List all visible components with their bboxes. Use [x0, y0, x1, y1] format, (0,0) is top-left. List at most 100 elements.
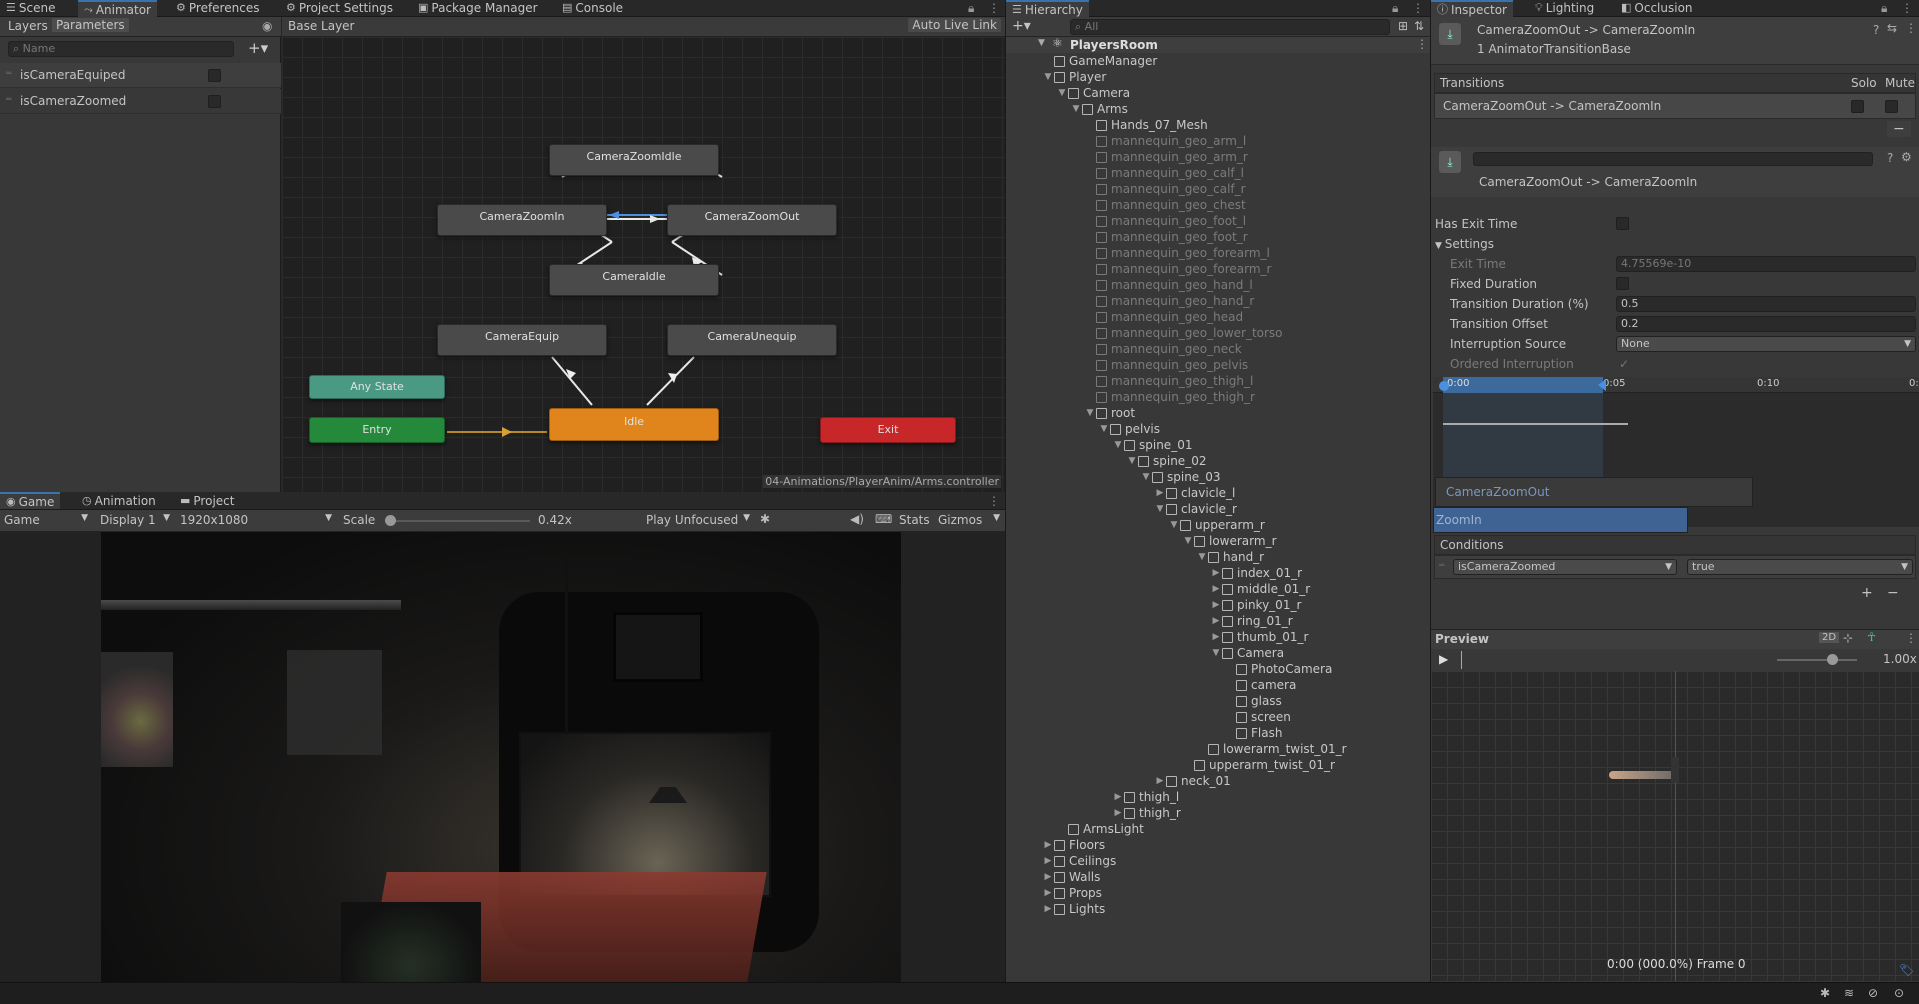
progress-check-icon[interactable]: ⊙ — [1894, 986, 1904, 1000]
tab-console[interactable]: ▤ Console — [562, 0, 623, 16]
expand-arrow[interactable]: ▼ — [1182, 536, 1194, 546]
hierarchy-row[interactable]: ▶ Floors — [1006, 837, 1430, 853]
hierarchy-row[interactable]: mannequin_geo_arm_r — [1006, 149, 1430, 165]
preview-2d-button[interactable]: 2D — [1819, 632, 1840, 643]
game-mode-dropdown[interactable]: Game ▼ — [4, 513, 88, 527]
hierarchy-row[interactable]: mannequin_geo_thigh_r — [1006, 389, 1430, 405]
tab-parameters[interactable]: Parameters — [52, 18, 129, 32]
interruption-source-dropdown[interactable]: None ▼ — [1616, 336, 1916, 352]
expand-arrow[interactable]: ▶ — [1210, 616, 1222, 626]
condition-value-dropdown[interactable]: true ▼ — [1687, 559, 1913, 575]
hierarchy-row[interactable]: mannequin_geo_foot_l — [1006, 213, 1430, 229]
hierarchy-row[interactable]: screen — [1006, 709, 1430, 725]
lock-icon[interactable]: 🔒︎ — [968, 0, 974, 16]
condition-parameter-dropdown[interactable]: isCameraZoomed ▼ — [1453, 559, 1677, 575]
hierarchy-row[interactable]: ▼ Camera — [1006, 85, 1430, 101]
tab-preferences[interactable]: ⚙ Preferences — [176, 0, 259, 16]
state-idle[interactable]: Idle — [549, 408, 719, 441]
hierarchy-row[interactable]: mannequin_geo_hand_l — [1006, 277, 1430, 293]
kebab-menu-icon[interactable]: ⋮ — [988, 493, 1000, 509]
hierarchy-row[interactable]: camera — [1006, 677, 1430, 693]
tab-project[interactable]: ▬ Project — [180, 493, 234, 509]
create-button[interactable]: +▾ — [1012, 18, 1031, 34]
hierarchy-row[interactable]: PhotoCamera — [1006, 661, 1430, 677]
scale-slider[interactable] — [385, 515, 530, 526]
hierarchy-row[interactable]: ▼ Arms — [1006, 101, 1430, 117]
expand-arrow[interactable]: ▼ — [1070, 104, 1082, 114]
state-camera-zoom-in[interactable]: CameraZoomIn — [437, 204, 607, 236]
parameter-row[interactable]: ═ isCameraEquiped — [0, 63, 281, 88]
transition-list-item[interactable]: CameraZoomOut -> CameraZoomIn — [1434, 93, 1916, 119]
solo-checkbox[interactable] — [1851, 100, 1864, 113]
state-exit[interactable]: Exit — [820, 417, 956, 443]
hierarchy-row[interactable]: mannequin_geo_neck — [1006, 341, 1430, 357]
tab-inspector[interactable]: ⓘ Inspector — [1431, 0, 1513, 17]
state-camera-unequip[interactable]: CameraUnequip — [667, 324, 837, 356]
kebab-menu-icon[interactable]: ⋮ — [988, 0, 1000, 16]
hierarchy-row[interactable]: mannequin_geo_forearm_l — [1006, 245, 1430, 261]
hierarchy-row[interactable]: ▶ thigh_l — [1006, 789, 1430, 805]
hierarchy-row[interactable]: mannequin_geo_pelvis — [1006, 357, 1430, 373]
hierarchy-row[interactable]: mannequin_geo_thigh_l — [1006, 373, 1430, 389]
expand-arrow[interactable]: ▼ — [1154, 504, 1166, 514]
hierarchy-row[interactable]: upperarm_twist_01_r — [1006, 757, 1430, 773]
parameter-name[interactable]: isCameraEquiped — [20, 68, 125, 82]
play-icon[interactable]: ▶ — [1439, 652, 1448, 666]
stats-button[interactable]: Stats — [899, 513, 930, 527]
hierarchy-row[interactable]: Hands_07_Mesh — [1006, 117, 1430, 133]
expand-arrow[interactable]: ▼ — [1140, 472, 1152, 482]
avatar-icon[interactable]: ☥ — [1867, 630, 1876, 644]
settings-foldout[interactable]: ▼ Settings — [1435, 237, 1494, 251]
speed-slider[interactable] — [1777, 654, 1857, 665]
hierarchy-row[interactable]: ▶ neck_01 — [1006, 773, 1430, 789]
speaker-icon[interactable]: ◀) — [850, 512, 864, 526]
kebab-menu-icon[interactable]: ⋮ — [1416, 37, 1428, 51]
hierarchy-row[interactable]: ArmsLight — [1006, 821, 1430, 837]
parameter-search-input[interactable]: ⌕ Name — [8, 41, 234, 57]
tab-occlusion[interactable]: ◧ Occlusion — [1621, 0, 1693, 16]
remove-transition-button[interactable]: − — [1887, 121, 1911, 137]
expand-arrow[interactable]: ▼ — [1210, 648, 1222, 658]
bug-icon[interactable]: ✱ — [760, 512, 770, 526]
parameter-name[interactable]: isCameraZoomed — [20, 94, 126, 108]
expand-arrow[interactable]: ▶ — [1042, 872, 1054, 882]
add-parameter-button[interactable]: +▾ — [248, 39, 268, 57]
drag-handle-icon[interactable]: ═ — [1439, 561, 1444, 571]
transition-timeline[interactable]: 0:00 0:05 0:10 0: CameraZoomOut ZoomIn — [1433, 377, 1919, 533]
expand-arrow[interactable]: ▼ — [1084, 408, 1096, 418]
state-camera-zoom-idle[interactable]: CameraZoomIdle — [549, 144, 719, 176]
scene-visibility-icon[interactable]: ⊞ — [1398, 19, 1408, 33]
hierarchy-row[interactable]: GameManager — [1006, 53, 1430, 69]
speed-slider-thumb[interactable] — [1827, 654, 1838, 665]
tab-package-manager[interactable]: ▣ Package Manager — [418, 0, 538, 16]
kebab-menu-icon[interactable]: ⋮ — [1905, 21, 1917, 35]
hierarchy-row[interactable]: mannequin_geo_lower_torso — [1006, 325, 1430, 341]
hierarchy-row[interactable]: ▶ clavicle_l — [1006, 485, 1430, 501]
drag-handle-icon[interactable]: ═ — [6, 69, 11, 79]
parameter-checkbox[interactable] — [208, 95, 221, 108]
clip-bar-source[interactable]: CameraZoomOut — [1435, 477, 1753, 507]
state-entry[interactable]: Entry — [309, 417, 445, 443]
transition-name-field[interactable] — [1473, 152, 1873, 166]
expand-arrow[interactable]: ▶ — [1042, 840, 1054, 850]
expand-arrow[interactable]: ▶ — [1042, 904, 1054, 914]
network-icon[interactable]: ⊘ — [1868, 986, 1878, 1000]
hierarchy-row[interactable]: mannequin_geo_hand_r — [1006, 293, 1430, 309]
drag-handle-icon[interactable]: ═ — [6, 95, 11, 105]
exit-time-field[interactable]: 4.75569e-10 — [1616, 256, 1916, 272]
hierarchy-row[interactable]: ▼ Player — [1006, 69, 1430, 85]
hierarchy-row[interactable]: ▼ clavicle_r — [1006, 501, 1430, 517]
scale-slider-thumb[interactable] — [385, 515, 396, 526]
display-dropdown[interactable]: Display 1 ▼ — [100, 513, 170, 527]
hierarchy-row[interactable]: ▶ middle_01_r — [1006, 581, 1430, 597]
tab-scene[interactable]: ☰ Scene — [6, 0, 55, 16]
hierarchy-row[interactable]: mannequin_geo_forearm_r — [1006, 261, 1430, 277]
tab-hierarchy[interactable]: ☰ Hierarchy — [1006, 0, 1089, 17]
state-camera-equip[interactable]: CameraEquip — [437, 324, 607, 356]
hierarchy-row[interactable]: glass — [1006, 693, 1430, 709]
hierarchy-row[interactable]: mannequin_geo_head — [1006, 309, 1430, 325]
tab-lighting[interactable]: 💡︎ Lighting — [1535, 0, 1594, 16]
gizmos-dropdown[interactable]: Gizmos ▼ — [938, 513, 1000, 527]
hierarchy-search-input[interactable]: ⌕ All — [1070, 19, 1390, 35]
preview-scrub-bar[interactable] — [1461, 651, 1462, 669]
